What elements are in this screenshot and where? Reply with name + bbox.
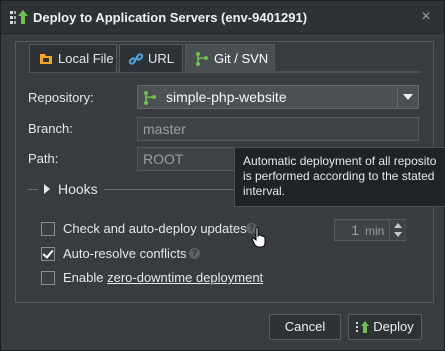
folder-icon: [40, 53, 52, 64]
zero-downtime-link[interactable]: zero-downtime deployment: [107, 270, 263, 285]
arrow-up-icon[interactable]: [394, 223, 402, 228]
repository-select[interactable]: simple-php-website: [137, 85, 419, 109]
path-label: Path:: [28, 151, 59, 166]
branch-label: Branch:: [28, 121, 73, 136]
repository-value: simple-php-website: [166, 89, 287, 105]
deploy-dialog: Deploy to Application Servers (env-94012…: [0, 0, 445, 351]
link-icon: [128, 52, 144, 65]
auto-resolve-label: Auto-resolve conflicts: [63, 246, 187, 261]
repository-label: Repository:: [28, 90, 94, 105]
divider: [28, 189, 38, 190]
chevron-down-icon[interactable]: [397, 86, 418, 108]
deploy-icon: [356, 320, 370, 333]
hooks-label: Hooks: [58, 181, 98, 197]
tab-label: URL: [148, 51, 175, 66]
tab-label: Git / SVN: [214, 51, 269, 66]
interval-unit: min: [365, 224, 385, 238]
help-icon[interactable]: ?: [189, 248, 200, 259]
auto-resolve-checkbox[interactable]: [41, 247, 55, 261]
tooltip-line: is performed according to the stated: [243, 169, 435, 183]
zero-downtime-label: Enable zero-downtime deployment: [63, 270, 263, 285]
auto-deploy-checkbox[interactable]: [41, 222, 55, 236]
tooltip-line: Automatic deployment of all reposito: [243, 154, 437, 168]
chevron-right-icon: [44, 184, 50, 194]
cancel-button[interactable]: Cancel: [269, 314, 341, 340]
zero-downtime-prefix: Enable: [63, 270, 108, 285]
auto-deploy-label: Check and auto-deploy updates: [63, 221, 247, 236]
branch-input[interactable]: master: [137, 117, 419, 141]
deploy-label: Deploy: [373, 319, 414, 334]
close-button[interactable]: ×: [417, 8, 435, 26]
tab-url[interactable]: URL: [119, 44, 183, 72]
hand-cursor-icon: [251, 227, 266, 248]
tab-git-svn[interactable]: Git / SVN: [185, 44, 275, 72]
zero-downtime-checkbox[interactable]: [41, 271, 55, 285]
arrow-down-icon[interactable]: [394, 232, 402, 237]
tooltip-line: interval.: [243, 184, 286, 198]
git-branch-icon: [144, 91, 156, 105]
interval-stepper[interactable]: 1 min: [334, 219, 407, 241]
dialog-titlebar[interactable]: Deploy to Application Servers (env-94012…: [1, 1, 444, 34]
tab-local-file[interactable]: Local File: [29, 44, 117, 72]
dialog-title: Deploy to Application Servers (env-94012…: [33, 10, 308, 25]
deploy-button[interactable]: Deploy: [348, 314, 422, 340]
interval-value: 1: [351, 222, 359, 238]
auto-deploy-tooltip: Automatic deployment of all reposito is …: [234, 147, 445, 207]
deploy-icon: [10, 10, 28, 24]
git-branch-icon: [196, 51, 208, 66]
stepper-buttons[interactable]: [389, 220, 407, 240]
tab-label: Local File: [58, 51, 114, 66]
